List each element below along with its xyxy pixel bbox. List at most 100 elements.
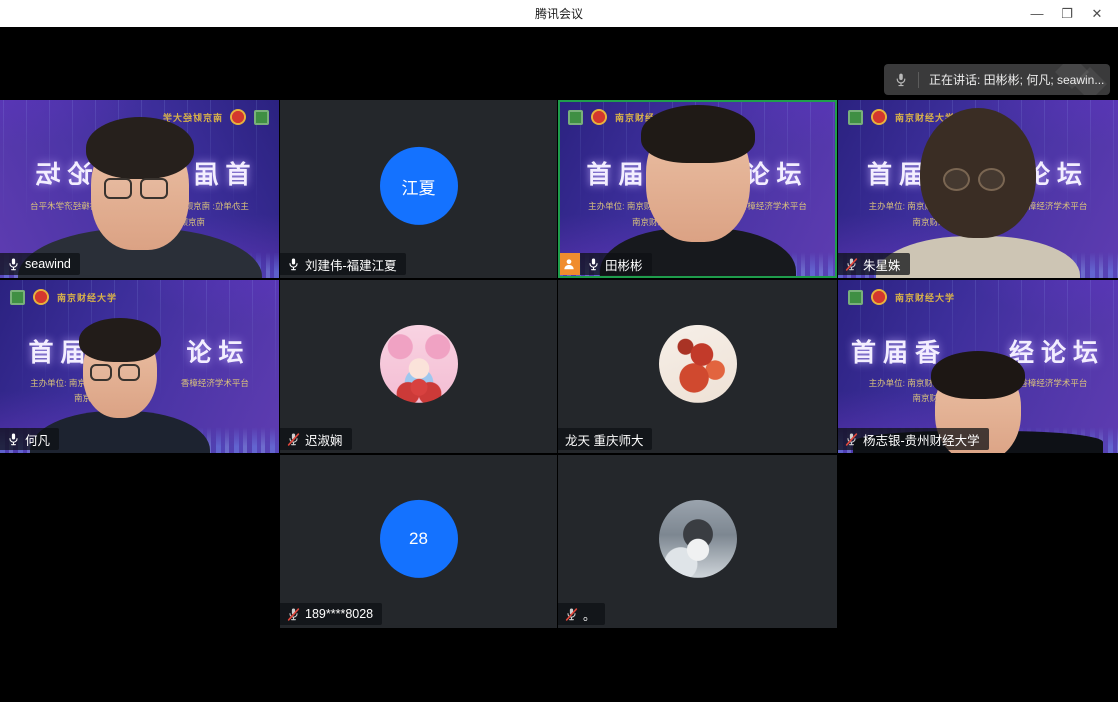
banner-subtitle2: 南京财经大学 xyxy=(838,216,1078,228)
participant-tile[interactable]: 。 xyxy=(558,455,837,628)
university-logo-label: 南京财经大学 xyxy=(895,111,955,124)
participant-name-label: 刘建伟-福建江夏 xyxy=(280,253,406,275)
participant-name: 朱星姝 xyxy=(863,255,901,274)
banner-logo-row: 南京财经大学 xyxy=(568,109,675,125)
window-titlebar: 腾讯会议 — ❐ ✕ xyxy=(0,0,1118,27)
label-body: 。 xyxy=(558,603,605,625)
banner-subtitle-left: 主办单位: 南京财经大学财政 xyxy=(30,377,137,389)
speaking-indicator-toast: 正在讲话: 田彬彬; 何凡; seawin... xyxy=(884,64,1110,95)
university-logo-label: 南京财经大学 xyxy=(615,111,675,124)
label-body: 杨志银-贵州财经大学 xyxy=(838,428,989,450)
banner-artwork: 南京财经大学 首届香 论坛 主办单位: 南京财经大学财政 香樟经济学术平台 南京… xyxy=(558,100,837,278)
participant-name-label: 。 xyxy=(558,603,605,625)
participant-avatar: 28 xyxy=(380,499,458,577)
banner-logo-row: 南京财经大学 xyxy=(162,109,269,125)
university-seal-icon xyxy=(33,289,49,305)
label-body: 189****8028 xyxy=(280,603,382,625)
banner-title: 首届香 经论坛 xyxy=(838,333,1118,369)
university-seal-icon xyxy=(591,109,607,125)
mic-on-icon xyxy=(7,257,20,272)
participant-name: 迟淑娴 xyxy=(305,430,343,449)
banner-artwork: 南京财经大学 首届香 论坛 主办单位: 南京财经大学财政 香樟经济学术平台 南京… xyxy=(838,100,1118,278)
participant-tile[interactable]: 南京财经大学 首届香 论坛 主办单位: 南京财经大学财政 香樟经济学术平台 南京… xyxy=(558,100,837,278)
banner-subtitle-right: 香樟经济学术平台 xyxy=(181,377,249,389)
participant-name-label: 迟淑娴 xyxy=(280,428,352,450)
banner-subtitle-right: 香樟经济学术平台 xyxy=(1019,200,1087,212)
participant-avatar xyxy=(659,324,737,402)
banner-artwork: 南京财经大学 首届香 论坛 主办单位: 南京财经大学财政 香樟经济学术平台 南京… xyxy=(0,100,279,278)
host-badge-icon xyxy=(558,253,580,275)
restore-button[interactable]: ❐ xyxy=(1052,0,1082,27)
minimize-button[interactable]: — xyxy=(1022,0,1052,27)
label-body: 迟淑娴 xyxy=(280,428,352,450)
participant-avatar xyxy=(380,324,458,402)
banner-title-left: 首届香 xyxy=(28,333,124,369)
green-logo-icon xyxy=(10,290,25,305)
forum-banner-background: 南京财经大学 首届香 论坛 主办单位: 南京财经大学财政 香樟经济学术平台 南京… xyxy=(558,100,837,278)
participant-name: 何凡 xyxy=(25,430,50,449)
participant-name: 龙天 重庆师大 xyxy=(565,430,643,449)
label-body: 田彬彬 xyxy=(580,253,652,275)
mic-on-icon xyxy=(587,257,600,272)
participant-name-label: 何凡 xyxy=(0,428,59,450)
window-controls: — ❐ ✕ xyxy=(1022,0,1112,27)
banner-title: 首届香 论坛 xyxy=(838,155,1118,191)
banner-title-right: 论坛 xyxy=(745,155,809,191)
banner-logo-row: 南京财经大学 xyxy=(848,109,955,125)
banner-title-right: 经论坛 xyxy=(1009,333,1105,369)
microphone-icon xyxy=(884,72,918,88)
participant-name: seawind xyxy=(25,257,71,271)
university-seal-icon xyxy=(871,289,887,305)
banner-subtitle-left: 主办单位: 南京财经大学财政 xyxy=(869,200,976,212)
forum-banner-background: 南京财经大学 首届香 论坛 主办单位: 南京财经大学财政 香樟经济学术平台 南京… xyxy=(0,100,279,278)
participant-name-label: 189****8028 xyxy=(280,603,382,625)
forum-banner-background: 南京财经大学 首届香 论坛 主办单位: 南京财经大学财政 香樟经济学术平台 南京… xyxy=(838,100,1118,278)
banner-subtitle: 主办单位: 南京财经大学财政 香樟经济学术平台 xyxy=(838,377,1118,389)
participant-name: 刘建伟-福建江夏 xyxy=(305,255,397,274)
banner-title-right: 论坛 xyxy=(187,333,251,369)
banner-logo-row: 南京财经大学 xyxy=(848,289,955,305)
participant-tile[interactable]: 南京财经大学 首届香 论坛 主办单位: 南京财经大学财政 香樟经济学术平台 南京… xyxy=(838,100,1118,278)
participant-tile[interactable]: 迟淑娴 xyxy=(280,280,557,453)
label-body: 朱星姝 xyxy=(838,253,910,275)
participant-tile[interactable]: 南京财经大学 首届香 经论坛 主办单位: 南京财经大学财政 香樟经济学术平台 南… xyxy=(838,280,1118,453)
mic-muted-icon xyxy=(287,607,300,622)
label-body: 何凡 xyxy=(0,428,59,450)
banner-title-left: 首届香 xyxy=(586,155,682,191)
university-seal-icon xyxy=(871,109,887,125)
banner-subtitle2: 南京财经大学 xyxy=(838,392,1078,404)
mic-muted-icon xyxy=(845,257,858,272)
participant-name: 杨志银-贵州财经大学 xyxy=(863,430,980,449)
banner-subtitle-left: 主办单位: 南京财经大学财政 xyxy=(142,200,249,212)
participant-tile[interactable]: 南京财经大学 首届香 论坛 主办单位: 南京财经大学财政 香樟经济学术平台 南京… xyxy=(0,280,279,453)
participant-name-label: seawind xyxy=(0,253,80,275)
banner-subtitle: 主办单位: 南京财经大学财政 香樟经济学术平台 xyxy=(838,200,1118,212)
banner-subtitle-right: 香樟经济学术平台 xyxy=(739,200,807,212)
university-logo-label: 南京财经大学 xyxy=(895,291,955,304)
banner-subtitle-right: 香樟经济学术平台 xyxy=(1019,377,1087,389)
university-logo-label: 南京财经大学 xyxy=(57,291,117,304)
participant-tile[interactable]: 28 xyxy=(280,455,557,628)
participant-name: 。 xyxy=(583,605,596,624)
banner-subtitle2: 南京财经大学 xyxy=(558,216,797,228)
tile-background: 南京财经大学 首届香 论坛 主办单位: 南京财经大学财政 香樟经济学术平台 南京… xyxy=(0,100,279,278)
video-grid: 南京财经大学 首届香 论坛 主办单位: 南京财经大学财政 香樟经济学术平台 南京… xyxy=(0,100,1118,628)
participant-tile[interactable]: 龙天 重庆师大 xyxy=(558,280,837,453)
participant-name: 189****8028 xyxy=(305,607,373,621)
participant-name-label: 田彬彬 xyxy=(558,253,652,275)
participant-name-label: 朱星姝 xyxy=(838,253,910,275)
close-button[interactable]: ✕ xyxy=(1082,0,1112,27)
banner-subtitle-left: 主办单位: 南京财经大学财政 xyxy=(869,377,976,389)
participant-avatar xyxy=(659,499,737,577)
label-body: 刘建伟-福建江夏 xyxy=(280,253,406,275)
banner-title: 首届香 论坛 xyxy=(0,333,279,369)
banner-subtitle: 主办单位: 南京财经大学财政 香樟经济学术平台 xyxy=(0,200,279,212)
participant-tile[interactable]: 南京财经大学 首届香 论坛 主办单位: 南京财经大学财政 香樟经济学术平台 南京… xyxy=(0,100,279,278)
university-logo-label: 南京财经大学 xyxy=(162,111,222,124)
banner-subtitle-left: 主办单位: 南京财经大学财政 xyxy=(588,200,695,212)
university-seal-icon xyxy=(230,109,246,125)
label-body: seawind xyxy=(0,253,80,275)
banner-subtitle2: 南京财经大学 xyxy=(40,216,279,228)
tile-background: 南京财经大学 首届香 论坛 主办单位: 南京财经大学财政 香樟经济学术平台 南京… xyxy=(558,100,837,278)
participant-tile[interactable]: 江夏 xyxy=(280,100,557,278)
